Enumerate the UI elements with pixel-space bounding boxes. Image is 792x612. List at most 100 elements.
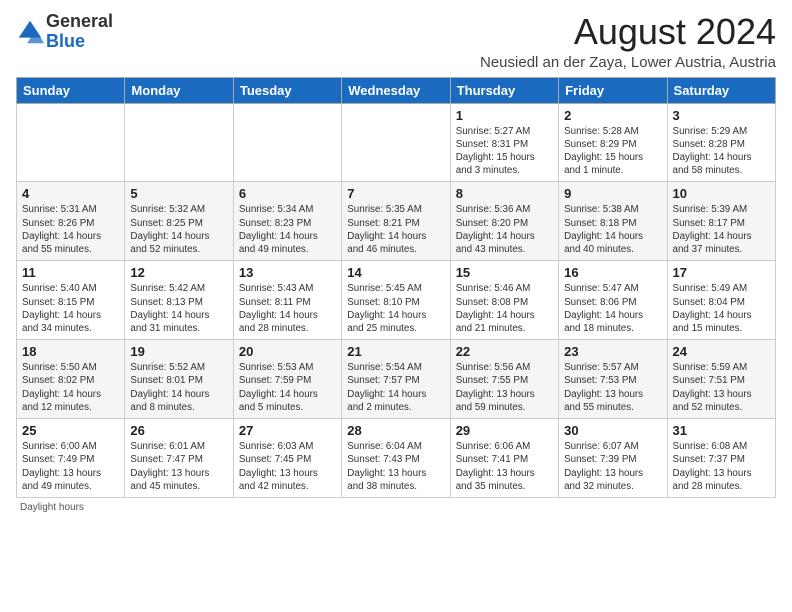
day-info: Sunrise: 5:50 AM Sunset: 8:02 PM Dayligh… xyxy=(22,361,119,414)
day-number: 21 xyxy=(347,344,444,359)
calendar-cell xyxy=(17,103,125,182)
day-info: Sunrise: 5:31 AM Sunset: 8:26 PM Dayligh… xyxy=(22,203,119,256)
calendar-cell: 25 Sunrise: 6:00 AM Sunset: 7:49 PM Dayli… xyxy=(17,419,125,498)
day-number: 2 xyxy=(564,108,661,123)
calendar-cell xyxy=(125,103,233,182)
calendar-cell: 12 Sunrise: 5:42 AM Sunset: 8:13 PM Dayli… xyxy=(125,261,233,340)
day-info: Sunrise: 5:53 AM Sunset: 7:59 PM Dayligh… xyxy=(239,361,336,414)
logo-blue: Blue xyxy=(46,31,85,51)
day-info: Sunrise: 6:03 AM Sunset: 7:45 PM Dayligh… xyxy=(239,440,336,493)
calendar-week-row: 4 Sunrise: 5:31 AM Sunset: 8:26 PM Daylig… xyxy=(17,182,776,261)
day-number: 6 xyxy=(239,186,336,201)
calendar-cell: 13Sunrise: 5:43 AM Sunset: 8:11 PM Dayli… xyxy=(233,261,341,340)
calendar-header-row: SundayMondayTuesdayWednesdayThursdayFrid… xyxy=(17,77,776,103)
day-number: 27 xyxy=(239,423,336,438)
day-number: 3 xyxy=(673,108,770,123)
day-number: 17 xyxy=(673,265,770,280)
logo-general: General xyxy=(46,11,113,31)
calendar-cell: 26 Sunrise: 6:01 AM Sunset: 7:47 PM Dayli… xyxy=(125,419,233,498)
logo: General Blue xyxy=(16,12,113,52)
main-title: August 2024 xyxy=(480,12,776,52)
calendar-cell: 20 Sunrise: 5:53 AM Sunset: 7:59 PM Dayli… xyxy=(233,340,341,419)
calendar-cell: 18Sunrise: 5:50 AM Sunset: 8:02 PM Dayli… xyxy=(17,340,125,419)
day-info: Sunrise: 6:07 AM Sunset: 7:39 PM Dayligh… xyxy=(564,440,661,493)
calendar-week-row: 1 Sunrise: 5:27 AM Sunset: 8:31 PM Daylig… xyxy=(17,103,776,182)
calendar-cell: 5Sunrise: 5:32 AM Sunset: 8:25 PM Daylig… xyxy=(125,182,233,261)
subtitle: Neusiedl an der Zaya, Lower Austria, Aus… xyxy=(480,54,776,71)
day-info: Sunrise: 5:47 AM Sunset: 8:06 PM Dayligh… xyxy=(564,282,661,335)
day-number: 28 xyxy=(347,423,444,438)
page: General Blue August 2024 Neusiedl an der… xyxy=(0,0,792,521)
logo-icon xyxy=(16,18,44,46)
day-info: Sunrise: 6:06 AM Sunset: 7:41 PM Dayligh… xyxy=(456,440,553,493)
calendar-cell: 9 Sunrise: 5:38 AM Sunset: 8:18 PM Daylig… xyxy=(559,182,667,261)
day-info: Sunrise: 5:42 AM Sunset: 8:13 PM Dayligh… xyxy=(130,282,227,335)
weekday-header-friday: Friday xyxy=(559,77,667,103)
daylight-hours-label: Daylight hours xyxy=(20,502,84,513)
calendar-cell: 23Sunrise: 5:57 AM Sunset: 7:53 PM Dayli… xyxy=(559,340,667,419)
calendar-cell xyxy=(342,103,450,182)
day-info: Sunrise: 5:40 AM Sunset: 8:15 PM Dayligh… xyxy=(22,282,119,335)
calendar-cell: 15Sunrise: 5:46 AM Sunset: 8:08 PM Dayli… xyxy=(450,261,558,340)
day-number: 14 xyxy=(347,265,444,280)
day-info: Sunrise: 5:39 AM Sunset: 8:17 PM Dayligh… xyxy=(673,203,770,256)
day-number: 12 xyxy=(130,265,227,280)
day-number: 16 xyxy=(564,265,661,280)
calendar-cell: 7 Sunrise: 5:35 AM Sunset: 8:21 PM Daylig… xyxy=(342,182,450,261)
weekday-header-tuesday: Tuesday xyxy=(233,77,341,103)
day-info: Sunrise: 5:35 AM Sunset: 8:21 PM Dayligh… xyxy=(347,203,444,256)
day-number: 11 xyxy=(22,265,119,280)
day-number: 22 xyxy=(456,344,553,359)
day-number: 20 xyxy=(239,344,336,359)
day-info: Sunrise: 6:08 AM Sunset: 7:37 PM Dayligh… xyxy=(673,440,770,493)
day-number: 29 xyxy=(456,423,553,438)
day-number: 26 xyxy=(130,423,227,438)
day-info: Sunrise: 5:36 AM Sunset: 8:20 PM Dayligh… xyxy=(456,203,553,256)
calendar-cell: 2 Sunrise: 5:28 AM Sunset: 8:29 PM Daylig… xyxy=(559,103,667,182)
day-info: Sunrise: 6:00 AM Sunset: 7:49 PM Dayligh… xyxy=(22,440,119,493)
calendar-cell: 11 Sunrise: 5:40 AM Sunset: 8:15 PM Dayli… xyxy=(17,261,125,340)
day-info: Sunrise: 5:38 AM Sunset: 8:18 PM Dayligh… xyxy=(564,203,661,256)
day-number: 25 xyxy=(22,423,119,438)
day-info: Sunrise: 5:54 AM Sunset: 7:57 PM Dayligh… xyxy=(347,361,444,414)
day-info: Sunrise: 5:49 AM Sunset: 8:04 PM Dayligh… xyxy=(673,282,770,335)
day-number: 1 xyxy=(456,108,553,123)
calendar-cell: 27 Sunrise: 6:03 AM Sunset: 7:45 PM Dayli… xyxy=(233,419,341,498)
day-info: Sunrise: 5:28 AM Sunset: 8:29 PM Dayligh… xyxy=(564,125,661,178)
calendar-cell: 29 Sunrise: 6:06 AM Sunset: 7:41 PM Dayli… xyxy=(450,419,558,498)
calendar-cell: 17 Sunrise: 5:49 AM Sunset: 8:04 PM Dayli… xyxy=(667,261,775,340)
calendar-cell: 8 Sunrise: 5:36 AM Sunset: 8:20 PM Daylig… xyxy=(450,182,558,261)
calendar-cell: 16 Sunrise: 5:47 AM Sunset: 8:06 PM Dayli… xyxy=(559,261,667,340)
day-number: 10 xyxy=(673,186,770,201)
day-info: Sunrise: 6:04 AM Sunset: 7:43 PM Dayligh… xyxy=(347,440,444,493)
weekday-header-saturday: Saturday xyxy=(667,77,775,103)
day-info: Sunrise: 5:59 AM Sunset: 7:51 PM Dayligh… xyxy=(673,361,770,414)
calendar-cell: 21 Sunrise: 5:54 AM Sunset: 7:57 PM Dayli… xyxy=(342,340,450,419)
calendar-cell: 10 Sunrise: 5:39 AM Sunset: 8:17 PM Dayli… xyxy=(667,182,775,261)
day-info: Sunrise: 5:27 AM Sunset: 8:31 PM Dayligh… xyxy=(456,125,553,178)
day-number: 4 xyxy=(22,186,119,201)
calendar-week-row: 18Sunrise: 5:50 AM Sunset: 8:02 PM Dayli… xyxy=(17,340,776,419)
footer-note: Daylight hours xyxy=(16,502,776,513)
calendar-cell: 1 Sunrise: 5:27 AM Sunset: 8:31 PM Daylig… xyxy=(450,103,558,182)
day-info: Sunrise: 5:34 AM Sunset: 8:23 PM Dayligh… xyxy=(239,203,336,256)
logo-text: General Blue xyxy=(46,12,113,52)
calendar-cell: 24Sunrise: 5:59 AM Sunset: 7:51 PM Dayli… xyxy=(667,340,775,419)
calendar-week-row: 11 Sunrise: 5:40 AM Sunset: 8:15 PM Dayli… xyxy=(17,261,776,340)
calendar-cell: 6 Sunrise: 5:34 AM Sunset: 8:23 PM Daylig… xyxy=(233,182,341,261)
weekday-header-thursday: Thursday xyxy=(450,77,558,103)
calendar-cell: 31Sunrise: 6:08 AM Sunset: 7:37 PM Dayli… xyxy=(667,419,775,498)
day-info: Sunrise: 5:32 AM Sunset: 8:25 PM Dayligh… xyxy=(130,203,227,256)
calendar-cell: 4 Sunrise: 5:31 AM Sunset: 8:26 PM Daylig… xyxy=(17,182,125,261)
day-info: Sunrise: 5:52 AM Sunset: 8:01 PM Dayligh… xyxy=(130,361,227,414)
day-info: Sunrise: 6:01 AM Sunset: 7:47 PM Dayligh… xyxy=(130,440,227,493)
day-number: 8 xyxy=(456,186,553,201)
calendar-cell: 30Sunrise: 6:07 AM Sunset: 7:39 PM Dayli… xyxy=(559,419,667,498)
day-number: 7 xyxy=(347,186,444,201)
day-number: 9 xyxy=(564,186,661,201)
calendar-cell: 3Sunrise: 5:29 AM Sunset: 8:28 PM Daylig… xyxy=(667,103,775,182)
title-area: August 2024 Neusiedl an der Zaya, Lower … xyxy=(480,12,776,71)
day-info: Sunrise: 5:56 AM Sunset: 7:55 PM Dayligh… xyxy=(456,361,553,414)
day-info: Sunrise: 5:45 AM Sunset: 8:10 PM Dayligh… xyxy=(347,282,444,335)
calendar: SundayMondayTuesdayWednesdayThursdayFrid… xyxy=(16,77,776,498)
